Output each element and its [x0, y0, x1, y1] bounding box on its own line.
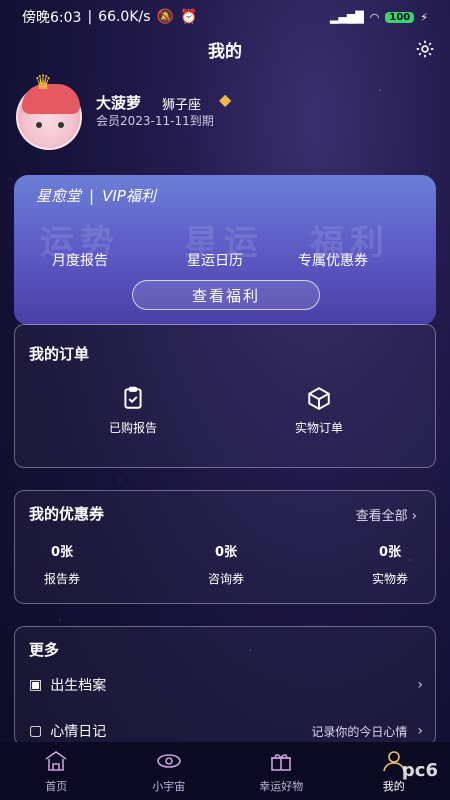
- consult-coupon-label: 咨询券: [207, 572, 244, 586]
- membership-expire: 会员2023-11-11到期: [96, 114, 214, 128]
- consult-coupon[interactable]: 0张 咨询券: [191, 541, 261, 587]
- calendar-icon: ▣: [29, 677, 43, 693]
- page-title: 我的: [208, 41, 242, 62]
- coupons-card: 我的优惠券 查看全部 › 0张 报告券 0张 咨询券 0张 实物券: [14, 490, 436, 604]
- vip-brand: 星愈堂 | VIP福利: [36, 186, 156, 206]
- consult-coupon-count: 0张: [214, 545, 238, 560]
- coupons-title: 我的优惠券: [29, 505, 105, 523]
- tab-lucky-goods[interactable]: 幸运好物: [225, 742, 338, 800]
- chevron-right-icon: ›: [417, 723, 423, 739]
- diamond-icon: ◆: [219, 90, 232, 109]
- see-all-coupons-link[interactable]: 查看全部 ›: [356, 505, 417, 524]
- physical-orders-label: 实物订单: [294, 421, 343, 435]
- vip-label: VIP福利: [102, 187, 156, 205]
- physical-coupon-count: 0张: [378, 545, 402, 560]
- vip-feature-horoscope-calendar: 星运日历: [187, 253, 243, 269]
- vip-feature-monthly-report: 月度报告: [52, 253, 108, 269]
- page-header: 我的: [0, 34, 450, 64]
- mood-diary-label: 心情日记: [50, 724, 107, 740]
- purchased-reports-button[interactable]: 已购报告: [93, 385, 173, 436]
- wifi-icon: ◠: [369, 10, 380, 24]
- package-box-icon: [308, 387, 330, 410]
- more-title: 更多: [29, 641, 60, 659]
- status-time: 傍晚6:03: [22, 10, 82, 26]
- tab-home[interactable]: 首页: [0, 742, 113, 800]
- gear-icon: [416, 40, 434, 58]
- alarm-icon: ⏰: [179, 9, 198, 25]
- charging-icon: ⚡: [420, 10, 428, 24]
- report-coupon[interactable]: 0张 报告券: [27, 541, 97, 587]
- status-speed: 66.0K/s: [98, 9, 151, 25]
- report-coupon-count: 0张: [50, 545, 74, 560]
- eye-planet-icon: [154, 748, 184, 774]
- vip-feature-exclusive-coupon: 专属优惠券: [298, 253, 368, 269]
- watermark: pc6: [401, 760, 438, 781]
- tab-home-label: 首页: [45, 780, 68, 793]
- tab-universe-label: 小宇宙: [152, 780, 186, 793]
- settings-button[interactable]: [414, 38, 436, 60]
- home-temple-icon: [41, 748, 71, 774]
- tab-universe[interactable]: 小宇宙: [113, 742, 226, 800]
- bottom-tab-bar: 首页 小宇宙 幸运好物 我的: [0, 742, 450, 800]
- orders-title: 我的订单: [29, 345, 90, 363]
- status-bar: 傍晚6:03 | 66.0K/s 🔕 ⏰ ▂▄▆█ ◠ 100 ⚡: [22, 9, 428, 26]
- chevron-right-icon: ›: [417, 677, 423, 693]
- physical-coupon-label: 实物券: [371, 572, 408, 586]
- birth-profile-item[interactable]: ▣ 出生档案 ›: [29, 675, 423, 695]
- physical-coupon[interactable]: 0张 实物券: [355, 541, 425, 587]
- profile-section[interactable]: ♛ 大菠萝 狮子座 ◆ 会员2023-11-11到期: [14, 70, 436, 150]
- gift-icon: [266, 748, 296, 774]
- crown-icon: ♛: [34, 70, 52, 94]
- clipboard-check-icon: [124, 386, 142, 409]
- physical-orders-button[interactable]: 实物订单: [279, 385, 359, 436]
- brand-logo: 星愈堂: [36, 187, 82, 205]
- user-name: 大菠萝: [96, 94, 142, 112]
- mute-icon: 🔕: [156, 9, 174, 25]
- purchased-reports-label: 已购报告: [108, 421, 157, 435]
- view-benefits-button[interactable]: 查看福利: [132, 280, 320, 310]
- tab-lucky-goods-label: 幸运好物: [259, 780, 304, 793]
- diary-icon: ▢: [29, 723, 43, 739]
- orders-card: 我的订单 已购报告 实物订单: [14, 324, 436, 468]
- birth-profile-label: 出生档案: [50, 678, 107, 694]
- chevron-right-icon: ›: [411, 509, 417, 524]
- battery-indicator: 100: [385, 11, 415, 23]
- mood-diary-hint: 记录你的今日心情: [311, 724, 408, 739]
- vip-benefits-card[interactable]: 星愈堂 | VIP福利 运势 星运 福利 月度报告 星运日历 专属优惠券 查看福…: [14, 175, 436, 325]
- report-coupon-label: 报告券: [43, 572, 80, 586]
- zodiac-sign: 狮子座: [162, 98, 202, 113]
- signal-icon: ▂▄▆█: [329, 10, 364, 24]
- more-card: 更多 ▣ 出生档案 › ▢ 心情日记 记录你的今日心情 ›: [14, 626, 436, 746]
- mood-diary-item[interactable]: ▢ 心情日记 记录你的今日心情 ›: [29, 721, 423, 741]
